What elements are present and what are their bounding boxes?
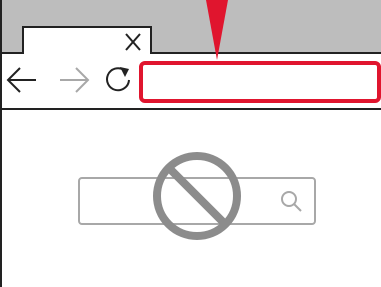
browser-window	[0, 0, 381, 287]
red-pointer-arrow-icon	[206, 0, 228, 60]
browser-tab[interactable]	[22, 26, 152, 55]
address-bar[interactable]	[139, 61, 381, 103]
tab-strip	[0, 0, 381, 55]
prohibited-icon	[153, 152, 241, 240]
reload-icon[interactable]	[102, 64, 134, 96]
arrow-right-icon[interactable]	[58, 64, 90, 96]
search-icon[interactable]	[278, 188, 304, 214]
browser-toolbar	[0, 54, 381, 110]
page-content	[0, 110, 381, 287]
close-icon[interactable]	[122, 29, 144, 53]
arrow-left-icon[interactable]	[6, 64, 38, 96]
